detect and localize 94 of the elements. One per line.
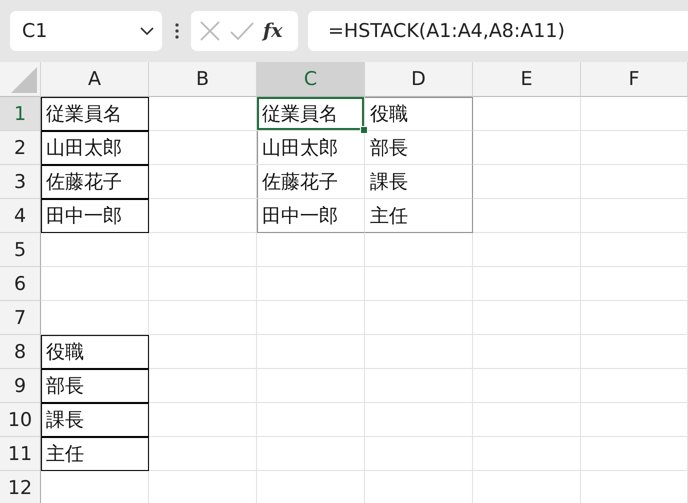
spreadsheet-cell[interactable] xyxy=(257,335,365,369)
spreadsheet-cell[interactable] xyxy=(149,131,257,165)
spreadsheet-cell[interactable]: 佐藤花子 xyxy=(257,165,365,199)
column-header[interactable]: E xyxy=(473,62,581,97)
spreadsheet-cell[interactable] xyxy=(257,437,365,471)
spreadsheet-cell[interactable] xyxy=(41,301,149,335)
spreadsheet-cell[interactable] xyxy=(149,335,257,369)
spreadsheet-cell[interactable] xyxy=(581,335,688,369)
spreadsheet-cell[interactable] xyxy=(365,403,473,437)
spreadsheet-cell[interactable]: 山田太郎 xyxy=(41,131,149,165)
column-header[interactable]: C xyxy=(257,62,365,97)
spreadsheet-cell[interactable] xyxy=(149,233,257,267)
spreadsheet-cell[interactable] xyxy=(149,301,257,335)
spreadsheet-cell[interactable] xyxy=(257,403,365,437)
spreadsheet-cell[interactable] xyxy=(473,403,581,437)
row-header[interactable]: 5 xyxy=(0,233,41,267)
spreadsheet-cell[interactable] xyxy=(149,403,257,437)
spreadsheet-cell[interactable] xyxy=(473,369,581,403)
spreadsheet-cell[interactable] xyxy=(473,301,581,335)
spreadsheet-cell[interactable]: 部長 xyxy=(41,369,149,403)
spreadsheet-cell[interactable] xyxy=(473,335,581,369)
spreadsheet-cell[interactable] xyxy=(149,369,257,403)
spreadsheet-cell[interactable] xyxy=(581,403,688,437)
formula-field[interactable]: =HSTACK(A1:A4,A8:A11) xyxy=(308,11,688,51)
column-header[interactable]: F xyxy=(581,62,688,97)
spreadsheet-cell[interactable] xyxy=(581,97,688,131)
row-header[interactable]: 6 xyxy=(0,267,41,301)
row-header[interactable]: 4 xyxy=(0,199,41,233)
spreadsheet-cell[interactable] xyxy=(365,233,473,267)
spreadsheet-cell[interactable] xyxy=(365,369,473,403)
spreadsheet-cell[interactable]: 田中一郎 xyxy=(257,199,365,233)
name-box[interactable]: C1 xyxy=(10,11,162,51)
spreadsheet-cell[interactable] xyxy=(365,437,473,471)
spreadsheet-cell[interactable] xyxy=(473,437,581,471)
spreadsheet-cell[interactable] xyxy=(41,233,149,267)
spreadsheet-cell[interactable]: 田中一郎 xyxy=(41,199,149,233)
cell-reference: C1 xyxy=(22,20,48,42)
row-header[interactable]: 3 xyxy=(0,165,41,199)
spreadsheet-cell[interactable]: 課長 xyxy=(365,165,473,199)
row-header[interactable]: 10 xyxy=(0,403,41,437)
spreadsheet-cell[interactable] xyxy=(473,131,581,165)
spreadsheet-cell[interactable] xyxy=(365,335,473,369)
spreadsheet-cell[interactable]: 課長 xyxy=(41,403,149,437)
dropdown-icon[interactable] xyxy=(140,26,154,36)
spreadsheet-cell[interactable] xyxy=(257,301,365,335)
insert-function-button[interactable]: fx xyxy=(263,20,283,42)
spreadsheet-cell[interactable] xyxy=(257,267,365,301)
spreadsheet-cell[interactable] xyxy=(581,437,688,471)
row-header[interactable]: 8 xyxy=(0,335,41,369)
spreadsheet-cell[interactable] xyxy=(257,369,365,403)
spreadsheet-cell[interactable]: 役職 xyxy=(365,97,473,131)
spreadsheet-cell[interactable] xyxy=(581,301,688,335)
row-header[interactable]: 7 xyxy=(0,301,41,335)
column-header[interactable]: D xyxy=(365,62,473,97)
spreadsheet-cell[interactable]: 役職 xyxy=(41,335,149,369)
spreadsheet-cell[interactable] xyxy=(473,267,581,301)
spreadsheet-cell[interactable] xyxy=(581,369,688,403)
row-header[interactable]: 11 xyxy=(0,437,41,471)
spreadsheet-cell[interactable] xyxy=(41,267,149,301)
more-icon[interactable] xyxy=(175,23,179,39)
cancel-icon[interactable] xyxy=(199,20,221,42)
spreadsheet-cell[interactable] xyxy=(473,233,581,267)
spreadsheet-cell[interactable] xyxy=(149,437,257,471)
check-icon[interactable] xyxy=(229,20,255,42)
spreadsheet-cell[interactable] xyxy=(257,233,365,267)
spreadsheet-cell[interactable] xyxy=(149,97,257,131)
spreadsheet-cell[interactable]: 佐藤花子 xyxy=(41,165,149,199)
row-header[interactable]: 2 xyxy=(0,131,41,165)
spreadsheet-cell[interactable] xyxy=(149,165,257,199)
spreadsheet-cell[interactable]: 従業員名 xyxy=(257,97,365,131)
spreadsheet-cell[interactable] xyxy=(365,301,473,335)
spreadsheet-cell[interactable] xyxy=(581,233,688,267)
spreadsheet-cell[interactable] xyxy=(149,199,257,233)
spreadsheet-cell[interactable] xyxy=(365,267,473,301)
spreadsheet-cell[interactable]: 主任 xyxy=(41,437,149,471)
spreadsheet-cell[interactable]: 山田太郎 xyxy=(257,131,365,165)
row-header[interactable]: 9 xyxy=(0,369,41,403)
spreadsheet-cell[interactable] xyxy=(473,165,581,199)
spreadsheet-cell[interactable]: 従業員名 xyxy=(41,97,149,131)
spreadsheet-cell[interactable]: 主任 xyxy=(365,199,473,233)
column-header[interactable]: A xyxy=(41,62,149,97)
spreadsheet-cell[interactable] xyxy=(581,267,688,301)
spreadsheet-cell[interactable] xyxy=(581,199,688,233)
spreadsheet-cell[interactable] xyxy=(473,97,581,131)
spreadsheet-cell[interactable] xyxy=(581,165,688,199)
fill-handle[interactable] xyxy=(360,126,368,134)
row-header[interactable]: 12 xyxy=(0,471,41,503)
column-header[interactable]: B xyxy=(149,62,257,97)
spreadsheet-cell[interactable] xyxy=(473,199,581,233)
spreadsheet-cell[interactable] xyxy=(581,131,688,165)
select-all-button[interactable] xyxy=(0,62,41,97)
spreadsheet-cell[interactable]: 部長 xyxy=(365,131,473,165)
spreadsheet-cell[interactable] xyxy=(149,267,257,301)
row-header[interactable]: 1 xyxy=(0,97,41,131)
